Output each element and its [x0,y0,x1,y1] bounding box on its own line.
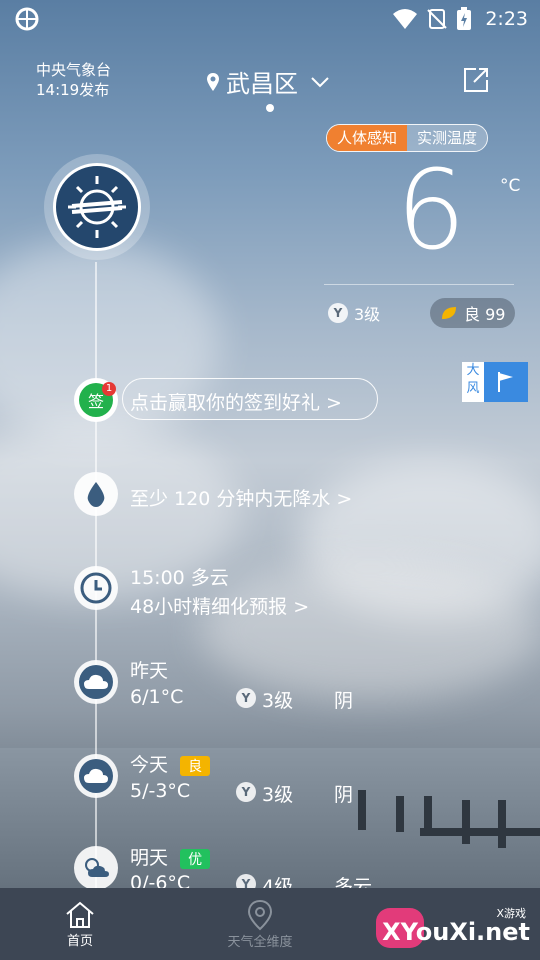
aqi-badge: 良 [180,755,211,776]
gale-warning-tag[interactable]: 大 风 [462,362,528,402]
today-label: 今天 良 [130,750,211,777]
yesterday-weather: 阴 [334,690,354,712]
today-temp: 5/-3°C [130,780,191,802]
clock-node [74,566,118,610]
city-name: 武昌区 [226,70,298,98]
tomorrow-label: 明天 优 [130,843,211,870]
leaf-icon [442,307,456,319]
hourly-forecast-link[interactable]: 48小时精细化预报 > [130,592,309,619]
no-sim-icon [427,9,447,29]
tab-weather-dimension-label: 天气全维度 [227,934,293,950]
warning-text: 大 风 [462,362,484,402]
partly-cloudy-icon [85,858,109,877]
wind-level[interactable]: Y 3级 [318,298,390,328]
yesterday-temp: 6/1°C [130,686,184,708]
cloudy-icon [84,674,108,689]
status-time: 2:23 [485,8,528,30]
tab-home-label: 首页 [66,933,93,949]
chevron-down-icon [311,76,329,87]
app-logo-icon [15,7,39,31]
page-indicator [266,104,274,112]
cloudy-icon [84,768,108,783]
raindrop-icon [87,482,105,507]
location-pin-icon [207,72,219,91]
air-quality[interactable]: 良 99 [430,298,516,328]
signin-text: 点击赢取你的签到好礼 > [130,392,342,414]
divider [324,284,514,285]
aqi-badge: 优 [180,848,211,869]
wind-icon: Y [328,303,348,323]
app-logo[interactable] [44,154,150,260]
wind-icon: Y [236,782,256,802]
today-weather: 阴 [334,784,354,806]
wifi-icon [393,9,417,29]
current-temperature: 6 [396,146,466,274]
tab-feels-like[interactable]: 人体感知 [327,125,408,151]
status-bar: 2:23 [0,0,540,38]
battery-icon [457,7,471,30]
tab-home[interactable]: 首页 [40,888,120,960]
home-icon [66,901,94,928]
yesterday-label: 昨天 [130,660,169,682]
source-name: 中央气象台 [36,61,112,79]
clock-icon [80,572,112,604]
tomorrow-node [74,846,118,890]
today-node [74,754,118,798]
today-wind: 3级 [262,784,294,806]
publish-source: 中央气象台 14:19发布 [36,60,111,100]
share-icon[interactable] [462,66,490,94]
yesterday-wind: 3级 [262,690,294,712]
flag-icon [498,372,513,392]
notification-badge: 1 [102,382,116,396]
wind-level-text: 3级 [354,305,381,324]
rain-node [74,472,118,516]
air-quality-text: 良 99 [464,305,506,324]
tab-weather-dimension[interactable]: 天气全维度 [210,888,310,960]
location-pin-icon [247,899,273,930]
sun-logo-icon [68,176,126,238]
publish-time: 14:19发布 [36,81,110,99]
forecast-time-weather: 15:00 多云 [130,567,229,589]
wind-icon: Y [236,688,256,708]
yesterday-node [74,660,118,704]
temperature-unit: °C [500,176,521,196]
city-selector[interactable]: 武昌区 [206,64,330,99]
rain-forecast-link[interactable]: 至少 120 分钟内无降水 > [130,484,352,511]
watermark-text: XYouXi.net [382,918,530,946]
